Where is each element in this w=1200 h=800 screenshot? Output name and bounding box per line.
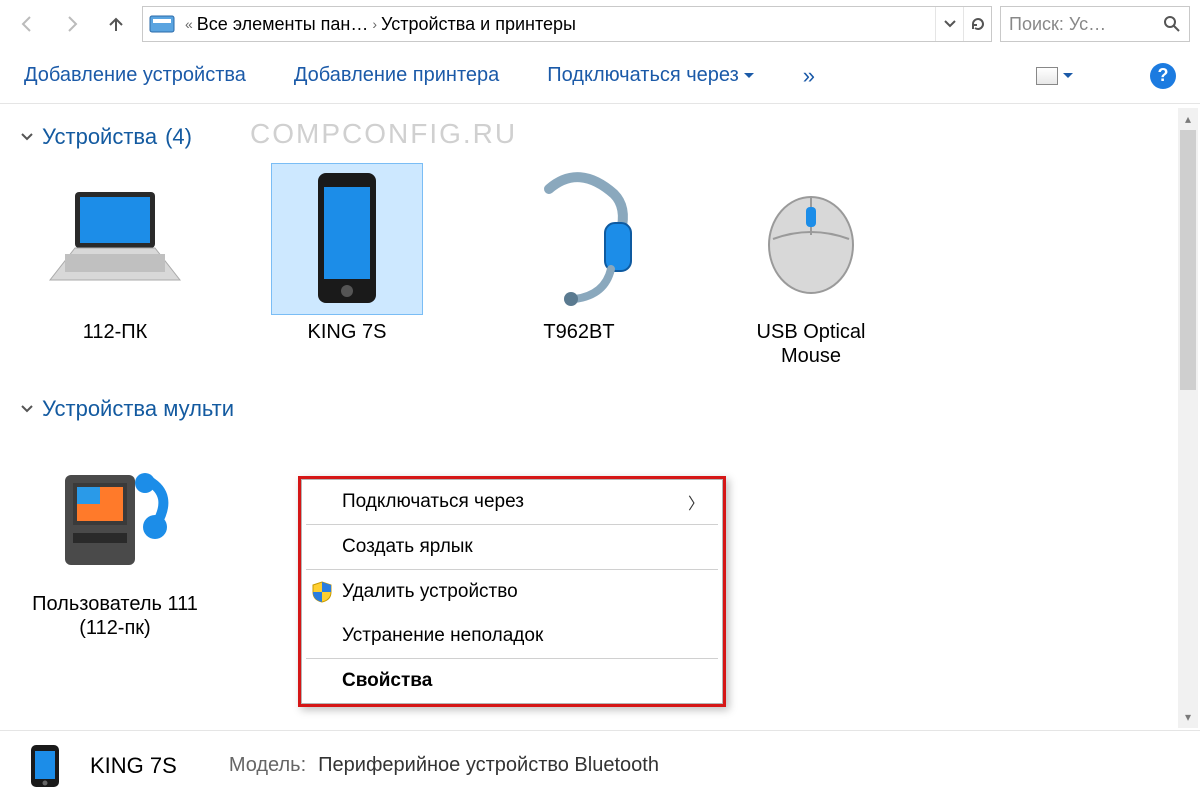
toolbar: Добавление устройства Добавление принтер… — [0, 48, 1200, 104]
device-item[interactable]: USB Optical Mouse — [726, 164, 896, 368]
search-icon — [1163, 15, 1181, 33]
group-title: Устройства — [42, 124, 157, 150]
nav-back-button[interactable] — [10, 6, 46, 42]
uac-shield-icon — [312, 581, 332, 603]
nav-up-button[interactable] — [98, 6, 134, 42]
ctx-properties[interactable]: Свойства — [302, 659, 722, 703]
connect-via-button[interactable]: Подключаться через — [547, 64, 755, 87]
vertical-scrollbar[interactable]: ▴ ▾ — [1178, 108, 1198, 728]
ctx-troubleshoot[interactable]: Устранение неполадок — [302, 614, 722, 658]
device-item[interactable]: T962BT — [494, 164, 664, 368]
details-pane: KING 7S Модель: Периферийное устройство … — [0, 730, 1200, 800]
device-label: T962BT — [543, 320, 614, 344]
collapse-caret-icon — [20, 130, 34, 144]
details-device-name: KING 7S — [90, 753, 177, 779]
bluetooth-headset-icon — [504, 164, 654, 314]
address-history-dropdown[interactable] — [935, 7, 963, 41]
laptop-icon — [40, 164, 190, 314]
breadcrumb-root[interactable]: Все элементы пан… — [197, 14, 369, 35]
breadcrumb-current[interactable]: Устройства и принтеры — [381, 14, 576, 35]
search-placeholder: Поиск: Ус… — [1009, 14, 1106, 35]
ctx-label: Устранение неполадок — [342, 625, 543, 647]
details-model-label: Модель: — [229, 754, 306, 777]
ctx-connect-via[interactable]: Подключаться через 〉 — [302, 480, 722, 524]
content-pane: COMPCONFIG.RU Устройства (4) 112-ПК — [0, 104, 1200, 730]
group-count: (4) — [165, 124, 192, 150]
group-title: Устройства мульти — [42, 396, 234, 422]
details-model-value: Периферийное устройство Bluetooth — [318, 754, 659, 777]
arrow-left-icon — [18, 14, 38, 34]
context-menu: Подключаться через 〉 Создать ярлык Удали… — [298, 476, 726, 707]
address-box[interactable]: « Все элементы пан… › Устройства и принт… — [142, 6, 992, 42]
dropdown-caret-icon — [1062, 70, 1074, 82]
submenu-arrow-icon: 〉 — [688, 490, 704, 514]
refresh-icon — [970, 16, 986, 32]
connect-via-label: Подключаться через — [547, 64, 739, 87]
mouse-icon — [736, 164, 886, 314]
chevron-right-icon: › — [368, 16, 381, 32]
device-label: KING 7S — [308, 320, 387, 344]
ctx-label: Создать ярлык — [342, 536, 473, 558]
scroll-up-icon[interactable]: ▴ — [1178, 108, 1198, 130]
media-player-icon — [40, 436, 190, 586]
devices-row: 112-ПК KING 7S T962BT — [30, 164, 1180, 368]
device-item[interactable]: 112-ПК — [30, 164, 200, 368]
add-device-button[interactable]: Добавление устройства — [24, 64, 246, 87]
help-button[interactable]: ? — [1150, 63, 1176, 89]
picture-icon — [1036, 67, 1058, 85]
ctx-label: Удалить устройство — [342, 581, 518, 603]
view-options-button[interactable] — [1036, 67, 1074, 85]
address-row: « Все элементы пан… › Устройства и принт… — [0, 0, 1200, 48]
arrow-up-icon — [106, 14, 126, 34]
device-label: USB Optical Mouse — [726, 320, 896, 368]
phone-icon — [22, 743, 68, 789]
phone-icon — [272, 164, 422, 314]
device-label: Пользователь 111 (112-пк) — [30, 592, 200, 640]
ctx-create-shortcut[interactable]: Создать ярлык — [302, 525, 722, 569]
toolbar-overflow-button[interactable]: » — [803, 63, 815, 89]
group-header-multimedia[interactable]: Устройства мульти — [20, 396, 1180, 422]
scrollbar-thumb[interactable] — [1180, 130, 1196, 390]
device-item[interactable]: KING 7S — [262, 164, 432, 368]
control-panel-icon — [147, 9, 177, 39]
search-input[interactable]: Поиск: Ус… — [1000, 6, 1190, 42]
address-refresh-button[interactable] — [963, 7, 991, 41]
group-header-devices[interactable]: Устройства (4) — [20, 124, 1180, 150]
add-printer-button[interactable]: Добавление принтера — [294, 64, 499, 87]
device-label: 112-ПК — [83, 320, 148, 344]
chevron-left-icon: « — [181, 16, 197, 32]
collapse-caret-icon — [20, 402, 34, 416]
arrow-right-icon — [62, 14, 82, 34]
device-item[interactable]: Пользователь 111 (112-пк) — [30, 436, 200, 640]
details-model: Модель: Периферийное устройство Bluetoot… — [229, 754, 659, 777]
ctx-label: Свойства — [342, 670, 432, 692]
chevron-down-icon — [943, 17, 957, 31]
scroll-down-icon[interactable]: ▾ — [1178, 706, 1198, 728]
ctx-label: Подключаться через — [342, 491, 524, 513]
nav-forward-button[interactable] — [54, 6, 90, 42]
dropdown-caret-icon — [743, 70, 755, 82]
ctx-remove-device[interactable]: Удалить устройство — [302, 570, 722, 614]
